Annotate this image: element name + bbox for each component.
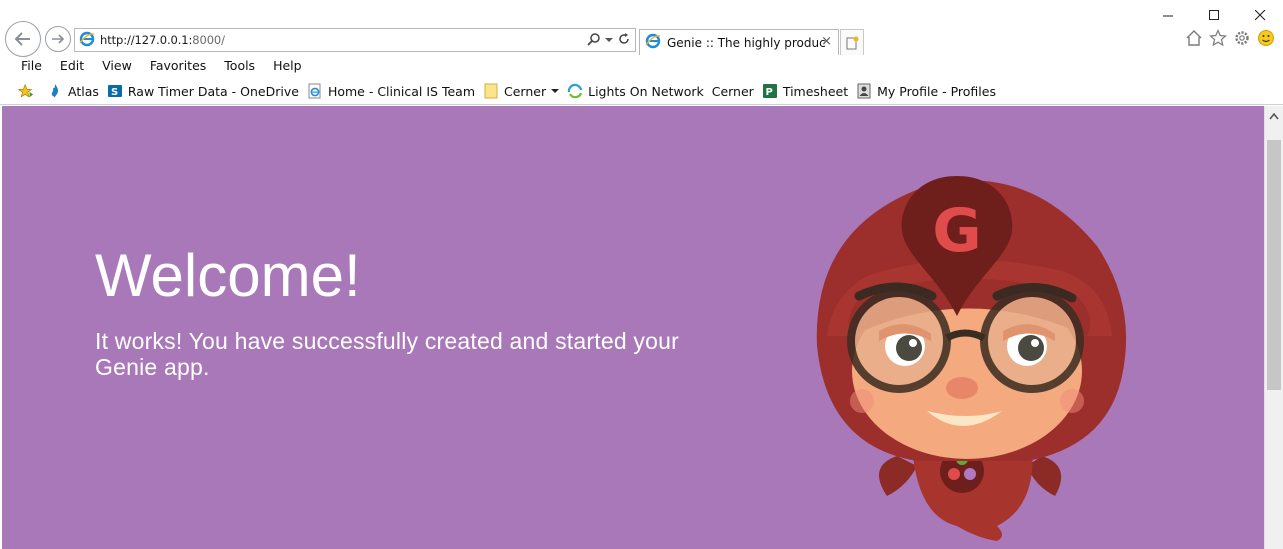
dropdown-arrow-icon[interactable]: [605, 33, 613, 47]
favorite-cerner-folder-label: Cerner: [504, 83, 547, 99]
add-to-favorites-button[interactable]: [18, 83, 39, 99]
arrow-right-icon: [52, 34, 65, 44]
folder-icon: [483, 83, 499, 99]
browser-tools: [1185, 29, 1275, 50]
favorite-timesheet[interactable]: P Timesheet: [762, 83, 848, 99]
favorite-lights-on-label: Lights On Network: [588, 83, 704, 99]
ie-tab-icon: [645, 33, 661, 52]
genie-mascot-image: G: [816, 176, 1127, 541]
chevron-down-icon: [551, 89, 560, 93]
favorite-my-profile[interactable]: My Profile - Profiles: [856, 83, 996, 99]
ie-page-icon: [307, 83, 323, 99]
favorite-home-clinical-is-team[interactable]: Home - Clinical IS Team: [307, 83, 475, 99]
smiley-feedback-icon[interactable]: [1257, 29, 1275, 50]
ie-icon: [79, 31, 95, 50]
tab-title: Genie :: The highly producti...: [667, 35, 825, 50]
project-icon: P: [762, 83, 778, 99]
menu-view[interactable]: View: [93, 57, 141, 75]
atlas-flame-icon: [47, 83, 63, 99]
favorite-atlas-label: Atlas: [68, 83, 99, 99]
page-title: Welcome!: [95, 242, 361, 309]
search-icon[interactable]: [587, 32, 601, 49]
favorite-raw-timer-data-label: Raw Timer Data - OneDrive: [127, 83, 299, 99]
favorite-cerner[interactable]: Cerner: [712, 84, 754, 99]
menu-edit[interactable]: Edit: [51, 57, 93, 75]
favorites-star-icon[interactable]: [1209, 29, 1227, 50]
chevron-up-icon: [1269, 112, 1279, 120]
favorite-raw-timer-data[interactable]: S Raw Timer Data - OneDrive: [107, 83, 299, 99]
vertical-scrollbar[interactable]: [1264, 106, 1283, 549]
address-tools: [587, 31, 631, 49]
maximize-button[interactable]: [1191, 0, 1237, 30]
menu-help[interactable]: Help: [264, 57, 311, 75]
forward-button[interactable]: [45, 26, 71, 52]
new-tab-icon: [846, 36, 859, 49]
refresh-icon[interactable]: [617, 32, 631, 49]
home-icon[interactable]: [1185, 29, 1203, 50]
arrow-left-icon: [14, 32, 30, 46]
maximize-icon: [1208, 9, 1219, 20]
minimize-button[interactable]: [1145, 0, 1191, 30]
lights-on-icon: [567, 83, 583, 99]
favorites-add-icon: [18, 83, 34, 99]
menu-bar: File Edit View Favorites Tools Help: [12, 57, 311, 75]
svg-text:S: S: [111, 87, 118, 98]
scrollbar-thumb[interactable]: [1267, 140, 1281, 390]
address-url: http://127.0.0.1:8000/: [100, 33, 225, 47]
favorite-atlas[interactable]: Atlas: [47, 83, 99, 99]
menu-file[interactable]: File: [12, 57, 51, 75]
favorite-home-clinical-label: Home - Clinical IS Team: [327, 83, 476, 99]
page-subtitle: It works! You have successfully created …: [95, 328, 679, 380]
tab-genie[interactable]: Genie :: The highly producti... ×: [639, 29, 839, 55]
close-tab-icon[interactable]: ×: [821, 35, 832, 49]
window-controls: [1145, 0, 1283, 30]
minimize-icon: [1162, 15, 1173, 16]
favorite-cerner-label: Cerner: [711, 83, 754, 99]
favorite-cerner-folder[interactable]: Cerner: [483, 83, 560, 99]
new-tab-button[interactable]: [840, 29, 864, 55]
favorite-lights-on-network[interactable]: Lights On Network: [567, 83, 704, 99]
profile-icon: [856, 83, 872, 99]
address-bar[interactable]: http://127.0.0.1:8000/: [74, 28, 636, 52]
sharepoint-icon: S: [107, 83, 123, 99]
menu-favorites[interactable]: Favorites: [141, 57, 215, 75]
svg-text:P: P: [765, 87, 772, 98]
favorites-bar: Atlas S Raw Timer Data - OneDrive Home -…: [18, 81, 1004, 101]
close-window-button[interactable]: [1237, 0, 1283, 30]
favorite-timesheet-label: Timesheet: [782, 83, 849, 99]
gear-icon[interactable]: [1233, 29, 1251, 50]
browser-chrome: http://127.0.0.1:8000/ Genie :: The high…: [0, 0, 1283, 105]
favorite-my-profile-label: My Profile - Profiles: [877, 83, 996, 99]
back-button[interactable]: [5, 21, 41, 57]
scroll-up-button[interactable]: [1265, 106, 1283, 126]
page-viewport: Welcome! It works! You have successfully…: [2, 106, 1264, 549]
menu-tools[interactable]: Tools: [215, 57, 264, 75]
close-icon: [1254, 9, 1265, 20]
mascot-logo-letter: G: [932, 196, 981, 266]
